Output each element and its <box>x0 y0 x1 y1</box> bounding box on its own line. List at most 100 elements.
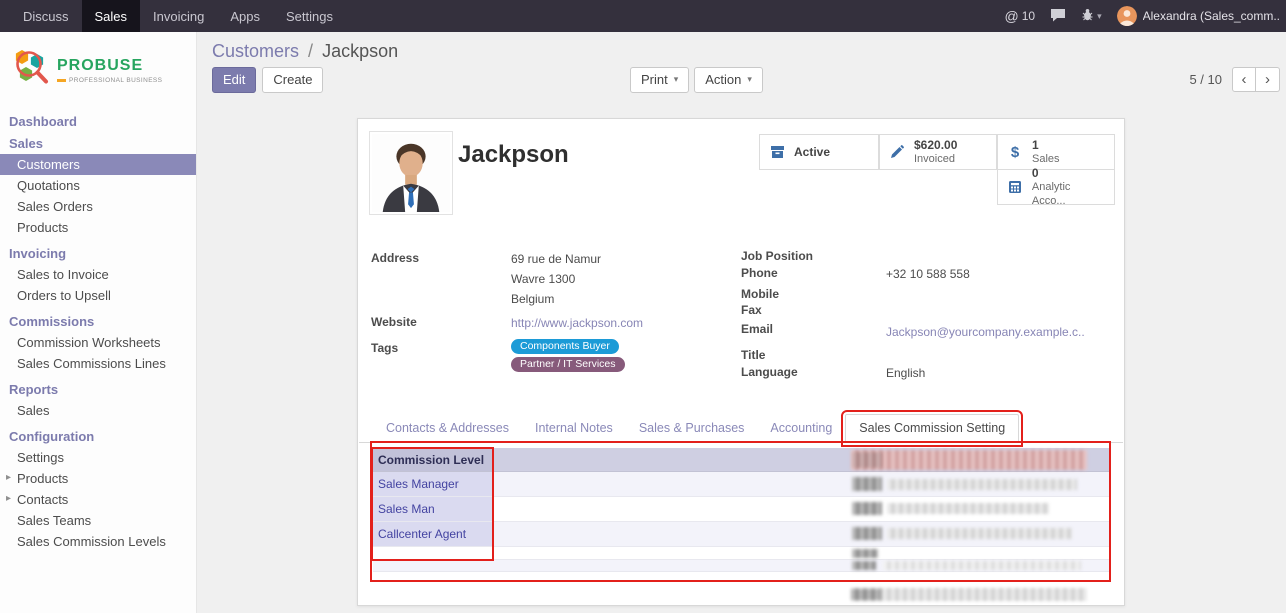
sidebar-item-products[interactable]: Products <box>0 217 196 238</box>
redacted-region <box>887 528 1072 539</box>
field-label-fax: Fax <box>741 303 762 317</box>
app-logo[interactable]: PROBUSE PROFESSIONAL BUSINESS <box>0 32 196 106</box>
logo-title: PROBUSE <box>57 57 162 75</box>
menu-discuss[interactable]: Discuss <box>10 0 82 32</box>
commission-level-cell: Callcenter Agent <box>373 522 493 546</box>
website-link[interactable]: http://www.jackpson.com <box>511 316 643 330</box>
logo-tick <box>57 79 66 82</box>
pager: 5 / 10 ‹ › <box>1189 67 1280 92</box>
archive-icon <box>768 145 786 159</box>
tab-accounting[interactable]: Accounting <box>757 415 845 442</box>
tag-badge-components-buyer: Components Buyer <box>511 339 619 354</box>
field-label-language: Language <box>741 365 798 379</box>
stat-value: $620.00 <box>914 138 957 153</box>
sidebar: PROBUSE PROFESSIONAL BUSINESS Dashboard … <box>0 32 197 613</box>
notebook-tabs: Contacts & Addresses Internal Notes Sale… <box>359 413 1123 443</box>
stat-value: 1 <box>1032 138 1060 153</box>
messages-button[interactable] <box>1050 8 1066 25</box>
pager-next-button[interactable]: › <box>1256 67 1280 92</box>
sidebar-heading-invoicing[interactable]: Invoicing <box>0 242 196 264</box>
topbar-systray: @ 10 ▾ <box>1005 0 1286 32</box>
sidebar-item-sales-orders[interactable]: Sales Orders <box>0 196 196 217</box>
edit-button[interactable]: Edit <box>212 67 256 93</box>
redacted-region <box>852 477 882 491</box>
sidebar-heading-reports[interactable]: Reports <box>0 378 196 400</box>
sidebar-item-reports-sales[interactable]: Sales <box>0 400 196 421</box>
redacted-region <box>852 452 882 468</box>
commission-table: Commission Level Sales Manager Sales Man… <box>373 448 1110 572</box>
stat-button-sales[interactable]: $ 1 Sales <box>997 134 1115 170</box>
sidebar-item-sales-teams[interactable]: Sales Teams <box>0 510 196 531</box>
address-line-3: Belgium <box>511 292 554 306</box>
stat-button-analytic-accounts[interactable]: 0 Analytic Acco... <box>997 169 1115 205</box>
stat-button-invoiced[interactable]: $620.00 Invoiced <box>879 134 997 170</box>
tag-badge-partner-it-services: Partner / IT Services <box>511 357 625 372</box>
field-label-title: Title <box>741 348 765 362</box>
sidebar-item-sales-commissions-lines[interactable]: Sales Commissions Lines <box>0 353 196 374</box>
sidebar-item-label: Contacts <box>17 492 68 507</box>
breadcrumb-customers[interactable]: Customers <box>212 41 299 61</box>
action-button[interactable]: Action ▾ <box>694 67 763 93</box>
action-label: Action <box>705 72 741 88</box>
sidebar-item-config-contacts[interactable]: ▸ Contacts <box>0 489 196 510</box>
phone-value: +32 10 588 558 <box>886 267 970 281</box>
field-label-mobile: Mobile <box>741 287 779 301</box>
mention-count: 10 <box>1022 9 1035 23</box>
topbar: Discuss Sales Invoicing Apps Settings @ … <box>0 0 1286 32</box>
sidebar-heading-sales[interactable]: Sales <box>0 132 196 154</box>
sidebar-item-commission-worksheets[interactable]: Commission Worksheets <box>0 332 196 353</box>
caret-down-icon: ▾ <box>1097 11 1102 22</box>
field-label-job-position: Job Position <box>741 249 813 263</box>
main-area: Customers / Jackpson Edit Create Print ▾… <box>197 32 1286 613</box>
menu-settings[interactable]: Settings <box>273 0 346 32</box>
user-menu[interactable]: Alexandra (Sales_comm.. <box>1117 6 1280 26</box>
sidebar-item-sales-commission-levels[interactable]: Sales Commission Levels <box>0 531 196 552</box>
tab-sales-commission-setting[interactable]: Sales Commission Setting <box>845 414 1019 443</box>
stat-value: 0 <box>1032 166 1106 181</box>
redacted-region <box>883 561 1081 570</box>
sidebar-heading-dashboard[interactable]: Dashboard <box>0 110 196 132</box>
menu-invoicing[interactable]: Invoicing <box>140 0 217 32</box>
tab-internal-notes[interactable]: Internal Notes <box>522 415 626 442</box>
redacted-region <box>852 502 882 515</box>
sidebar-item-quotations[interactable]: Quotations <box>0 175 196 196</box>
redacted-region <box>851 589 881 600</box>
sidebar-item-sales-to-invoice[interactable]: Sales to Invoice <box>0 264 196 285</box>
tags-list: Components Buyer Partner / IT Services <box>511 339 625 372</box>
stat-label: Analytic Acco... <box>1032 181 1106 209</box>
pager-prev-button[interactable]: ‹ <box>1232 67 1256 92</box>
action-buttons: Print ▾ Action ▾ <box>630 67 763 93</box>
record-buttons: Edit Create <box>212 67 323 93</box>
breadcrumb-separator: / <box>308 41 313 61</box>
tab-contacts-addresses[interactable]: Contacts & Addresses <box>373 415 522 442</box>
email-link[interactable]: Jackpson@yourcompany.example.c.. <box>886 325 1085 339</box>
redacted-region <box>887 503 1049 514</box>
dollar-icon: $ <box>1006 144 1024 161</box>
menu-apps[interactable]: Apps <box>217 0 273 32</box>
sidebar-item-config-products[interactable]: ▸ Products <box>0 468 196 489</box>
print-button[interactable]: Print ▾ <box>630 67 689 93</box>
sidebar-heading-configuration[interactable]: Configuration <box>0 425 196 447</box>
breadcrumb-current: Jackpson <box>322 41 398 61</box>
tab-sales-purchases[interactable]: Sales & Purchases <box>626 415 758 442</box>
chevron-right-icon: ▸ <box>6 493 11 504</box>
sidebar-item-customers[interactable]: Customers <box>0 154 196 175</box>
address-line-1: 69 rue de Namur <box>511 252 601 266</box>
create-button[interactable]: Create <box>262 67 323 93</box>
address-line-2: Wavre 1300 <box>511 272 575 286</box>
chat-icon <box>1050 8 1066 25</box>
stat-label: Sales <box>1032 153 1060 167</box>
sidebar-heading-commissions[interactable]: Commissions <box>0 310 196 332</box>
debug-menu-button[interactable]: ▾ <box>1081 8 1102 24</box>
probuse-logo-icon <box>10 47 52 94</box>
mentions-button[interactable]: @ 10 <box>1005 8 1036 24</box>
stat-button-active[interactable]: Active <box>759 134 879 170</box>
menu-sales[interactable]: Sales <box>82 0 141 32</box>
print-label: Print <box>641 72 668 88</box>
breadcrumb: Customers / Jackpson <box>212 41 398 62</box>
ledger-icon <box>1006 180 1024 194</box>
sidebar-item-orders-to-upsell[interactable]: Orders to Upsell <box>0 285 196 306</box>
app-menu: Discuss Sales Invoicing Apps Settings <box>0 0 346 32</box>
sidebar-item-settings[interactable]: Settings <box>0 447 196 468</box>
field-label-tags: Tags <box>371 341 398 355</box>
